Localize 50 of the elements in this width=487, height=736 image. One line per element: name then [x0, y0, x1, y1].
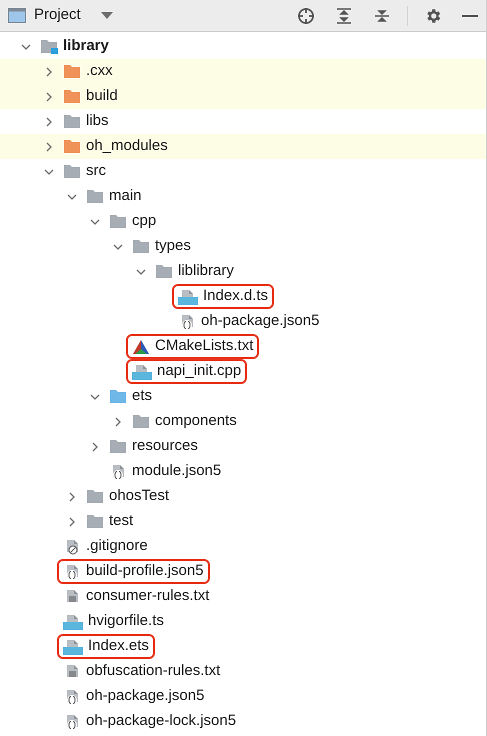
folder-icon — [63, 164, 81, 179]
tree-item-label: build — [86, 86, 118, 106]
minimize-icon[interactable] — [462, 14, 478, 18]
window-icon — [8, 8, 26, 23]
tree-item-label: components — [155, 411, 237, 432]
tree-item-label: src — [86, 161, 106, 182]
tree-item-label: obfuscation-rules.txt — [86, 661, 220, 682]
tree-item-label: cpp — [132, 211, 156, 232]
folder-icon — [155, 264, 173, 279]
panel-title[interactable]: Project — [34, 4, 81, 27]
triangle-icon — [132, 338, 150, 354]
folder-icon — [63, 139, 81, 154]
tree-item-label: napi_init.cpp — [157, 361, 242, 382]
tree-item-label: oh_modules — [86, 136, 168, 156]
folder-icon — [109, 214, 127, 229]
tree-item-label: oh-package.json5 — [201, 311, 320, 332]
tree-item-label: Index.d.ts — [203, 286, 268, 306]
folder-icon — [86, 514, 104, 529]
tree-item-label: oh-package-lock.json5 — [86, 711, 236, 732]
tree-item-label: module.json5 — [132, 461, 222, 482]
tree-item-label: main — [109, 186, 142, 206]
tree-item-label: Index.ets — [88, 636, 149, 656]
tree-item-label: hvigorfile.ts — [88, 611, 164, 632]
folder-icon — [132, 239, 150, 254]
tree-item-label: .gitignore — [86, 536, 148, 556]
crosshair-icon[interactable] — [297, 6, 315, 24]
tree-item-label: types — [155, 236, 191, 256]
tree-item-label: consumer-rules.txt — [86, 586, 210, 606]
folder-icon — [63, 114, 81, 129]
folder-icon — [132, 414, 150, 429]
tree-item-label: build-profile.json5 — [86, 561, 204, 582]
tree-item-label: ets — [132, 386, 152, 406]
tree-item-label: ohosTest — [109, 486, 170, 506]
folder-icon — [40, 39, 58, 54]
tree-item-label: liblibrary — [178, 261, 234, 282]
folder-icon — [109, 389, 127, 404]
tree-item-label: oh-package.json5 — [86, 686, 204, 706]
folder-icon — [109, 439, 127, 454]
tree-item-label: library — [63, 36, 109, 56]
folder-icon — [86, 189, 104, 204]
folder-icon — [63, 64, 81, 79]
caret-down-icon[interactable] — [100, 12, 113, 20]
tree-item-label: .cxx — [86, 61, 113, 82]
tree-item-label: test — [109, 511, 134, 532]
folder-icon — [86, 489, 104, 504]
tree-item-label: resources — [132, 436, 198, 456]
tree-item-label: CMakeLists.txt — [155, 336, 254, 356]
tree-item-label: libs — [86, 111, 109, 132]
expand-all-icon[interactable] — [335, 6, 353, 24]
folder-icon — [63, 89, 81, 104]
